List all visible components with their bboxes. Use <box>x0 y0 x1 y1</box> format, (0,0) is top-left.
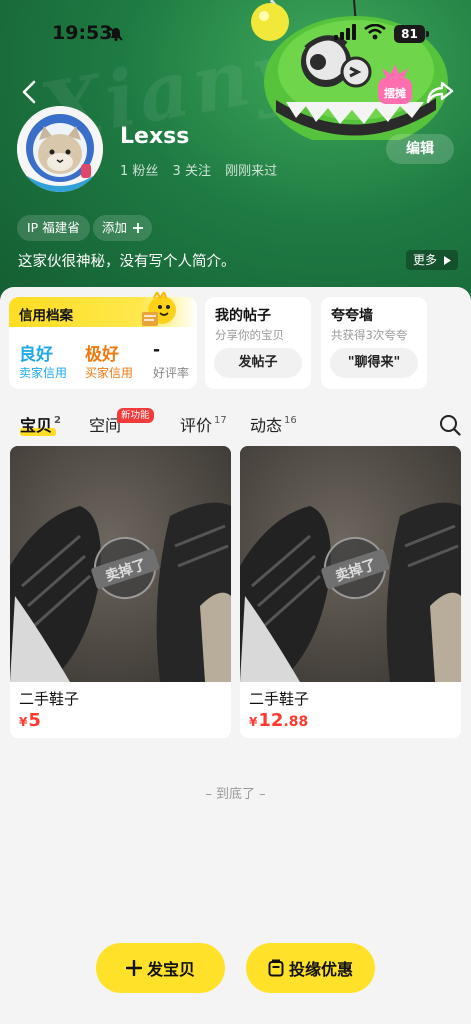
currency-symbol: ¥ <box>19 715 28 729</box>
product-title: 二手鞋子 <box>249 690 310 708</box>
seller-credit-text: 良好 <box>19 345 53 365</box>
product-price: ¥5 <box>19 710 41 731</box>
last-seen: 刚刚来过 <box>225 164 278 179</box>
coupon-bag-icon <box>268 959 284 977</box>
battery-indicator: 81 <box>394 25 425 43</box>
battery-cap <box>426 31 429 37</box>
promo-discount-button[interactable]: 投缘优惠 <box>246 943 375 993</box>
publish-item-label: 发宝贝 <box>146 960 195 979</box>
product-price: ¥12.88 <box>249 710 308 731</box>
currency-symbol: ¥ <box>249 715 258 729</box>
astronaut-cat-avatar-icon <box>17 106 103 192</box>
positive-rate-label: 好评率 <box>153 366 190 380</box>
wifi-icon <box>364 24 386 40</box>
product-card[interactable]: 卖掉了 二手鞋子 ¥5 <box>10 446 231 738</box>
product-card[interactable]: 卖掉了 二手鞋子 ¥12.88 <box>240 446 461 738</box>
edit-profile-button[interactable]: 编辑 <box>386 134 454 164</box>
end-of-list-text: – 到底了 – <box>205 787 266 802</box>
mascot-bird-icon <box>142 292 176 326</box>
plus-icon <box>133 223 143 233</box>
buyer-credit-label: 买家信用 <box>85 366 134 380</box>
seller-credit-label: 卖家信用 <box>19 366 68 380</box>
more-button[interactable]: 更多 <box>406 250 458 270</box>
tab-reviews-count: 17 <box>214 415 227 426</box>
product-title: 二手鞋子 <box>19 690 80 708</box>
tab-items-label: 宝贝 <box>20 416 53 435</box>
triangle-right-icon <box>443 256 451 265</box>
back-arrow-icon[interactable] <box>16 78 44 106</box>
more-label: 更多 <box>413 253 438 267</box>
praise-tag-button[interactable]: "聊得来" <box>330 348 418 378</box>
credit-title: 信用档案 <box>19 308 73 324</box>
ip-location-tag: IP 福建省 <box>17 215 90 241</box>
price-integer: 12 <box>258 710 284 731</box>
profile-stats: 1 粉丝 3 关注 刚刚来过 <box>120 160 287 179</box>
tab-items[interactable]: 宝贝 2 <box>20 412 61 436</box>
praise-wall-card[interactable]: 夸夸墙 共获得3次夸夸 "聊得来" <box>321 297 427 389</box>
seller-credit-value: 良好 <box>19 340 53 365</box>
status-bar: 19:53 81 <box>0 0 471 64</box>
tab-activity-label: 动态 <box>250 416 283 435</box>
my-posts-card[interactable]: 我的帖子 分享你的宝贝 发帖子 <box>205 297 311 389</box>
tab-reviews[interactable]: 评价 17 <box>180 412 227 436</box>
username: Lexss <box>120 124 190 149</box>
positive-rate-value: - <box>153 340 161 360</box>
avatar[interactable] <box>17 106 103 192</box>
following-count[interactable]: 3 关注 <box>173 164 211 179</box>
signal-icon <box>334 24 356 40</box>
promo-discount-label: 投缘优惠 <box>288 960 353 979</box>
search-icon[interactable] <box>439 414 461 436</box>
add-tag-button[interactable]: 添加 <box>93 215 152 241</box>
buyer-credit-text: 极好 <box>85 345 119 365</box>
share-icon[interactable] <box>425 78 455 106</box>
my-posts-subtitle: 分享你的宝贝 <box>215 328 284 342</box>
publish-post-button[interactable]: 发帖子 <box>214 348 302 378</box>
followers-count[interactable]: 1 粉丝 <box>120 164 158 179</box>
my-posts-title: 我的帖子 <box>215 308 271 324</box>
tab-activity[interactable]: 动态 16 <box>250 412 297 436</box>
price-integer: 5 <box>28 710 41 731</box>
bio-text: 这家伙很神秘，没有写个人简介。 <box>18 254 236 270</box>
product-image: 卖掉了 <box>10 446 231 682</box>
new-feature-badge: 新功能 <box>117 408 154 423</box>
publish-item-button[interactable]: 发宝贝 <box>96 943 225 993</box>
mascot-badge-label: 摆摊 <box>384 86 406 100</box>
tab-reviews-label: 评价 <box>180 416 213 435</box>
price-decimal: .88 <box>283 714 309 730</box>
tab-activity-count: 16 <box>284 415 297 426</box>
plus-icon <box>125 960 142 976</box>
praise-wall-subtitle: 共获得3次夸夸 <box>331 328 408 342</box>
add-tag-label: 添加 <box>102 220 128 235</box>
buyer-credit-value: 极好 <box>85 340 119 365</box>
praise-wall-title: 夸夸墙 <box>331 308 373 324</box>
status-time: 19:53 <box>52 22 113 44</box>
profile-header: Xianyu 摆摊 19:53 81 Lexss 1 粉丝 3 关注 刚刚来过 … <box>0 0 471 320</box>
muted-bell-icon <box>109 27 123 42</box>
tab-items-count: 2 <box>54 415 61 426</box>
product-image: 卖掉了 <box>240 446 461 682</box>
